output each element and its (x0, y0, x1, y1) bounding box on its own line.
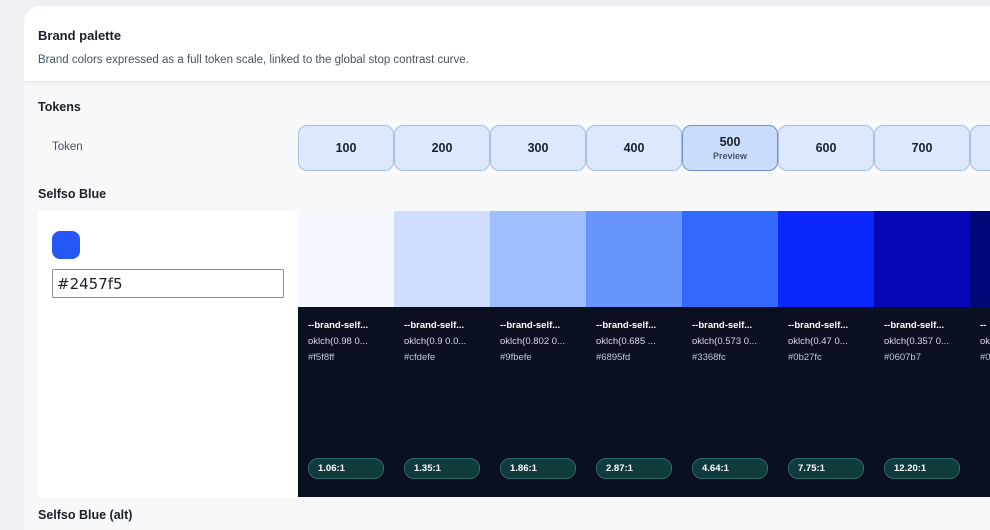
token-button-700[interactable]: 700 (874, 125, 970, 171)
contrast-ratio-badge: 4.64:1 (692, 458, 768, 479)
token-info-column: --brand-self... oklch(0.9 0.0... #cfdefe 1.… (394, 307, 490, 497)
color-swatch[interactable] (874, 211, 970, 307)
token-info-column: -- ok #0 (970, 307, 990, 497)
token-hex-value: #6895fd (596, 352, 631, 363)
token-variable-name: --brand-self... (788, 320, 849, 331)
token-variable-name: --brand-self... (308, 320, 369, 331)
base-color-swatch[interactable] (52, 231, 80, 259)
token-hex-value: #cfdefe (404, 352, 436, 363)
palette-scale: --brand-self... oklch(0.98 0... #f5f8ff 1.0… (298, 211, 990, 497)
tokens-heading: Tokens (38, 100, 81, 114)
contrast-ratio-badge: 2.87:1 (596, 458, 672, 479)
token-button-label: 600 (815, 141, 837, 155)
contrast-ratio-badge: 1.06:1 (308, 458, 384, 479)
token-info-column: --brand-self... oklch(0.98 0... #f5f8ff 1.0… (298, 307, 394, 497)
token-button-label: 500 (719, 135, 741, 149)
token-button-300[interactable]: 300 (490, 125, 586, 171)
color-swatch[interactable] (970, 211, 990, 307)
color-swatch[interactable] (394, 211, 490, 307)
token-oklch-value: oklch(0.47 0... (788, 336, 848, 347)
base-color-hex-input[interactable] (52, 269, 284, 298)
card-subtitle: Brand colors expressed as a full token s… (38, 54, 469, 66)
token-variable-name: --brand-self... (404, 320, 465, 331)
card-header: Brand palette Brand colors expressed as … (24, 6, 990, 82)
token-info-column: --brand-self... oklch(0.47 0... #0b27fc 7.7… (778, 307, 874, 497)
token-button-label: 400 (623, 141, 645, 155)
contrast-ratio-badge: 1.86:1 (500, 458, 576, 479)
token-button-400[interactable]: 400 (586, 125, 682, 171)
token-oklch-value: oklch(0.802 0... (500, 336, 565, 347)
token-hex-value: #0b27fc (788, 352, 822, 363)
palette-base-editor (38, 211, 297, 497)
token-info-column: --brand-self... oklch(0.685 ... #6895fd 2.8… (586, 307, 682, 497)
color-swatch[interactable] (298, 211, 394, 307)
color-swatch[interactable] (778, 211, 874, 307)
token-button-600[interactable]: 600 (778, 125, 874, 171)
contrast-ratio-badge: 1.35:1 (404, 458, 480, 479)
brand-palette-card: Brand palette Brand colors expressed as … (24, 6, 990, 530)
token-info-panel: --brand-self... oklch(0.98 0... #f5f8ff 1.0… (298, 307, 990, 497)
contrast-ratio-badge: 12.20:1 (884, 458, 960, 479)
token-variable-name: --brand-self... (500, 320, 561, 331)
token-button-sublabel: Preview (712, 151, 748, 161)
token-button-100[interactable]: 100 (298, 125, 394, 171)
token-info-column: --brand-self... oklch(0.802 0... #9fbefe 1.… (490, 307, 586, 497)
color-swatch[interactable] (682, 211, 778, 307)
color-swatch[interactable] (490, 211, 586, 307)
token-hex-value: #0607b7 (884, 352, 921, 363)
token-oklch-value: ok (980, 336, 990, 347)
token-button-label: 100 (335, 141, 357, 155)
token-button-more[interactable] (970, 125, 990, 171)
token-button-label: 200 (431, 141, 453, 155)
token-info-column: --brand-self... oklch(0.357 0... #0607b7 12… (874, 307, 970, 497)
contrast-ratio-badge: 7.75:1 (788, 458, 864, 479)
token-variable-name: -- (980, 320, 987, 331)
token-button-500[interactable]: 500 Preview (682, 125, 778, 171)
color-swatch[interactable] (586, 211, 682, 307)
token-variable-name: --brand-self... (692, 320, 753, 331)
token-oklch-value: oklch(0.9 0.0... (404, 336, 467, 347)
token-oklch-value: oklch(0.357 0... (884, 336, 949, 347)
palette-name: Selfso Blue (38, 187, 107, 201)
token-button-200[interactable]: 200 (394, 125, 490, 171)
token-button-label: 700 (911, 141, 933, 155)
token-oklch-value: oklch(0.685 ... (596, 336, 656, 347)
token-variable-name: --brand-self... (884, 320, 945, 331)
token-row-label: Token (52, 141, 83, 153)
token-button-label: 300 (527, 141, 549, 155)
card-title: Brand palette (38, 28, 122, 43)
token-hex-value: #3368fc (692, 352, 726, 363)
token-hex-value: #f5f8ff (308, 352, 335, 363)
token-variable-name: --brand-self... (596, 320, 657, 331)
token-hex-value: #0 (980, 352, 990, 363)
token-info-column: --brand-self... oklch(0.573 0... #3368fc 4.… (682, 307, 778, 497)
palette-name-alt: Selfso Blue (alt) (38, 508, 133, 522)
token-oklch-value: oklch(0.573 0... (692, 336, 757, 347)
token-oklch-value: oklch(0.98 0... (308, 336, 368, 347)
token-hex-value: #9fbefe (500, 352, 532, 363)
